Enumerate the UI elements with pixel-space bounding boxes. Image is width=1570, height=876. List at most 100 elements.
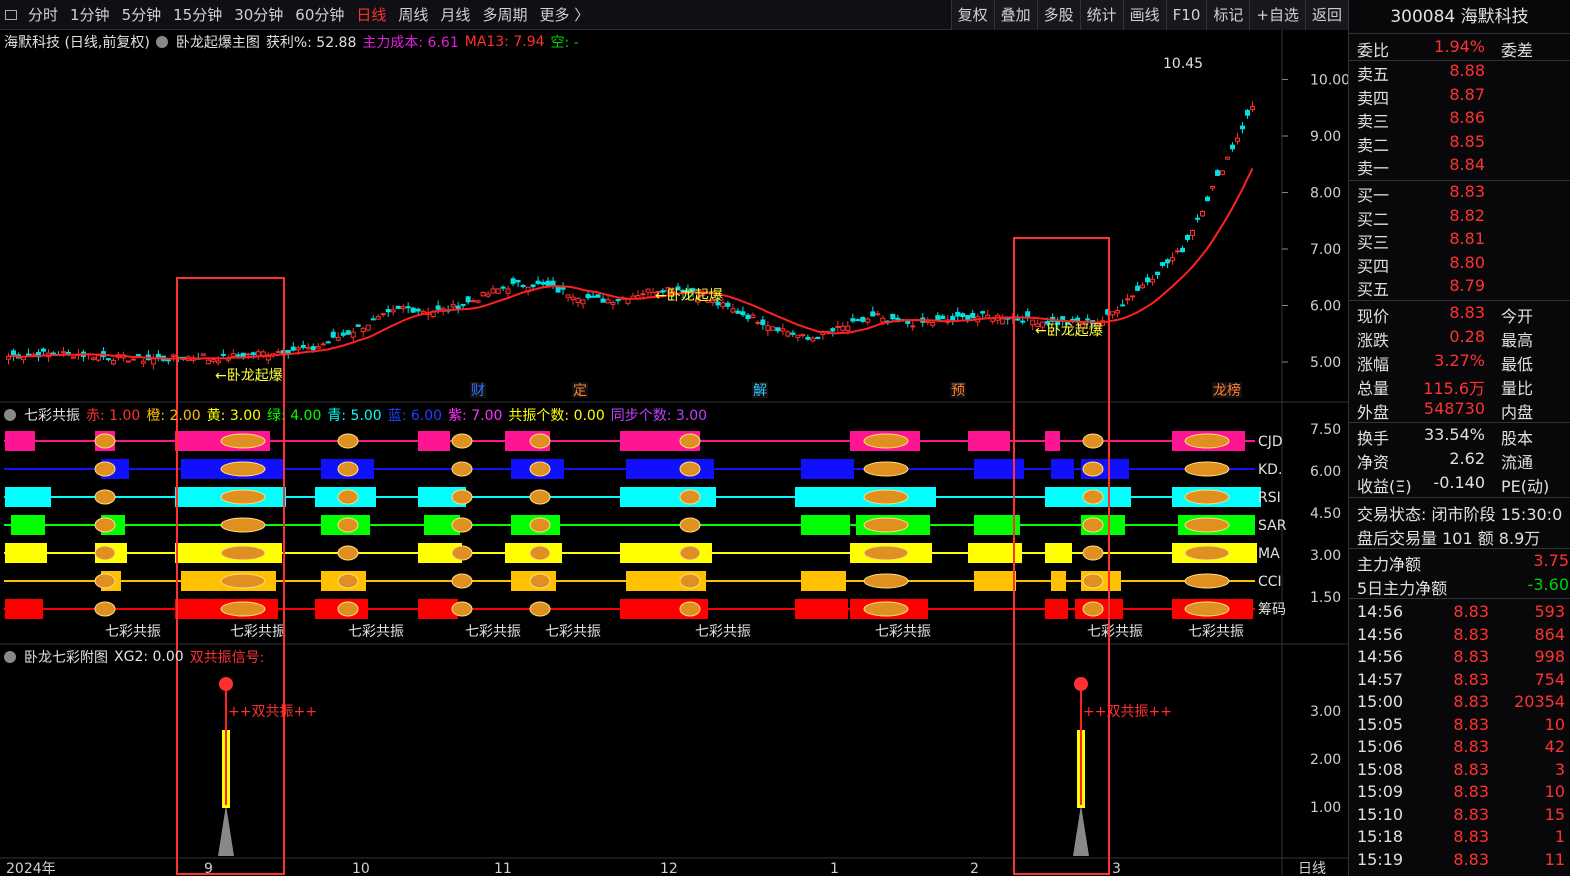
period-tab-6[interactable]: 日线 — [350, 0, 392, 30]
sell-row-2[interactable]: 卖三 8.86 — [1349, 108, 1570, 131]
tick-row-6[interactable]: 15:06 8.83 42 — [1349, 737, 1570, 760]
indicator-name[interactable]: 卧龙起爆主图 — [176, 32, 260, 52]
qicai-band — [1051, 571, 1066, 591]
tick-row-7[interactable]: 15:08 8.83 3 — [1349, 760, 1570, 783]
qicai-orange: 橙: 2.00 — [146, 408, 201, 424]
tick-row-3[interactable]: 14:57 8.83 754 — [1349, 670, 1570, 693]
separator — [1349, 598, 1570, 599]
stat-row-1[interactable]: 净资 2.62 流通 — [1349, 449, 1570, 472]
qicai-sync-count: 同步个数: 3.00 — [610, 408, 708, 424]
tool-button-5[interactable]: F10 — [1165, 0, 1207, 30]
qicai-row-label-1: KD. — [1258, 462, 1282, 478]
period-tab-3[interactable]: 15分钟 — [167, 0, 228, 30]
price-tick-5: 5.00 — [1310, 355, 1341, 371]
sell-row-1[interactable]: 卖四 8.87 — [1349, 85, 1570, 108]
sub-tick-2: 1.00 — [1310, 800, 1341, 816]
tick-row-9[interactable]: 15:10 8.83 15 — [1349, 805, 1570, 828]
kline-candle — [235, 354, 241, 357]
tick-volume: 11 — [1544, 849, 1565, 869]
buy-row-3[interactable]: 买四 8.80 — [1349, 253, 1570, 276]
stat-row-0[interactable]: 换手 33.54% 股本 — [1349, 425, 1570, 448]
quote-value: 115.6万 — [1423, 379, 1485, 398]
menu-icon[interactable] — [0, 0, 22, 30]
flow-row-1[interactable]: 5日主力净额 -3.60 — [1349, 575, 1570, 598]
buy-row-2[interactable]: 买三 8.81 — [1349, 229, 1570, 252]
kline-candle — [1210, 185, 1216, 189]
tick-row-10[interactable]: 15:18 8.83 1 — [1349, 827, 1570, 850]
stat-row-2[interactable]: 收益(Ξ) -0.140 PE(动) — [1349, 473, 1570, 496]
quote-value: 548730 — [1423, 399, 1485, 418]
quote-row-1[interactable]: 涨跌 0.28 最高 — [1349, 327, 1570, 350]
qicai-purple: 紫: 7.00 — [448, 408, 503, 424]
quote-row-0[interactable]: 现价 8.83 今开 — [1349, 303, 1570, 326]
qicai-name[interactable]: 七彩共振 — [24, 405, 80, 425]
sub-toggle-icon[interactable] — [4, 651, 16, 663]
period-tab-5[interactable]: 60分钟 — [289, 0, 350, 30]
kline-chart-svg[interactable]: 10.00 9.00 8.00 7.00 6.00 5.00 ←卧龙起爆 ←卧龙起爆 ←卧龙起爆… — [0, 30, 1348, 876]
buy-row-0[interactable]: 买一 8.83 — [1349, 182, 1570, 205]
period-tab-1[interactable]: 1分钟 — [64, 0, 116, 30]
tool-button-8[interactable]: 返回 — [1304, 0, 1348, 30]
sub-name[interactable]: 卧龙七彩附图 — [24, 647, 108, 667]
sell-label: 卖五 — [1357, 65, 1390, 84]
qicai-band — [1045, 487, 1076, 507]
tick-row-5[interactable]: 15:05 8.83 10 — [1349, 715, 1570, 738]
kline-candle — [1130, 295, 1136, 298]
tick-row-2[interactable]: 14:56 8.83 998 — [1349, 647, 1570, 670]
tick-row-8[interactable]: 15:09 8.83 10 — [1349, 782, 1570, 805]
sub-stick-1 — [1080, 685, 1082, 805]
weibi-row[interactable]: 委比 1.94% 委差 — [1349, 37, 1570, 60]
tool-button-1[interactable]: 叠加 — [993, 0, 1037, 30]
flow-row-0[interactable]: 主力净额 3.75 — [1349, 551, 1570, 574]
tick-row-0[interactable]: 14:56 8.83 593 — [1349, 602, 1570, 625]
tick-row-1[interactable]: 14:56 8.83 864 — [1349, 625, 1570, 648]
kline-candle — [930, 322, 936, 326]
period-tab-8[interactable]: 月线 — [434, 0, 476, 30]
qicai-toggle-icon[interactable] — [4, 409, 16, 421]
buy-row-1[interactable]: 买二 8.82 — [1349, 206, 1570, 229]
status-row[interactable]: 交易状态: 闭市阶段 15:30:0 — [1349, 501, 1570, 524]
tool-button-2[interactable]: 多股 — [1036, 0, 1080, 30]
period-tab-2[interactable]: 5分钟 — [116, 0, 168, 30]
period-tab-10[interactable]: 更多 〉 — [533, 0, 595, 30]
period-tab-0[interactable]: 分时 — [22, 0, 64, 30]
quote-label2: 最高 — [1501, 331, 1534, 350]
kline-candle — [845, 325, 851, 332]
qicai-coin — [1082, 461, 1104, 477]
stat-value: -0.140 — [1433, 473, 1485, 492]
qicai-coin — [679, 545, 701, 561]
tool-button-7[interactable]: +自选 — [1249, 0, 1305, 30]
sub-legend: 卧龙七彩附图 XG2: 0.00 双共振信号: — [4, 647, 264, 667]
price-tick-3: 7.00 — [1310, 242, 1341, 258]
kline-candle — [205, 359, 211, 365]
buy-row-4[interactable]: 买五 8.79 — [1349, 276, 1570, 299]
tick-row-11[interactable]: 15:19 8.83 11 — [1349, 850, 1570, 873]
tool-button-6[interactable]: 标记 — [1206, 0, 1250, 30]
qicai-coin — [451, 433, 473, 449]
stat-value: 2.62 — [1449, 449, 1485, 468]
period-tab-4[interactable]: 30分钟 — [228, 0, 289, 30]
period-tab-7[interactable]: 周线 — [392, 0, 434, 30]
chart-area[interactable]: 10.00 9.00 8.00 7.00 6.00 5.00 ←卧龙起爆 ←卧龙起爆 ←卧龙起爆… — [0, 30, 1348, 876]
quote-row-2[interactable]: 涨幅 3.27% 最低 — [1349, 351, 1570, 374]
period-tab-9[interactable]: 多周期 — [476, 0, 533, 30]
quote-row-3[interactable]: 总量 115.6万 量比 — [1349, 375, 1570, 398]
kline-candle — [600, 298, 606, 303]
kline-candle — [435, 305, 441, 310]
kline-candle — [760, 319, 766, 326]
sell-row-0[interactable]: 卖五 8.88 — [1349, 61, 1570, 84]
tool-button-4[interactable]: 画线 — [1122, 0, 1166, 30]
qicai-tick-3: 3.00 — [1310, 548, 1341, 564]
sell-row-3[interactable]: 卖二 8.85 — [1349, 132, 1570, 155]
qicai-row-label-0: CJD — [1258, 434, 1283, 450]
buy-label: 买一 — [1357, 186, 1390, 205]
quote-row-4[interactable]: 外盘 548730 内盘 — [1349, 399, 1570, 422]
sell-row-4[interactable]: 卖一 8.84 — [1349, 155, 1570, 178]
tool-button-0[interactable]: 复权 — [950, 0, 994, 30]
after-row[interactable]: 盘后交易量 101 额 8.9万 — [1349, 525, 1570, 548]
qicai-coin — [1082, 433, 1104, 449]
kline-candle — [330, 331, 336, 338]
tick-row-4[interactable]: 15:00 8.83 20354 — [1349, 692, 1570, 715]
tool-button-3[interactable]: 统计 — [1079, 0, 1123, 30]
indicator-toggle-icon[interactable] — [155, 36, 168, 48]
